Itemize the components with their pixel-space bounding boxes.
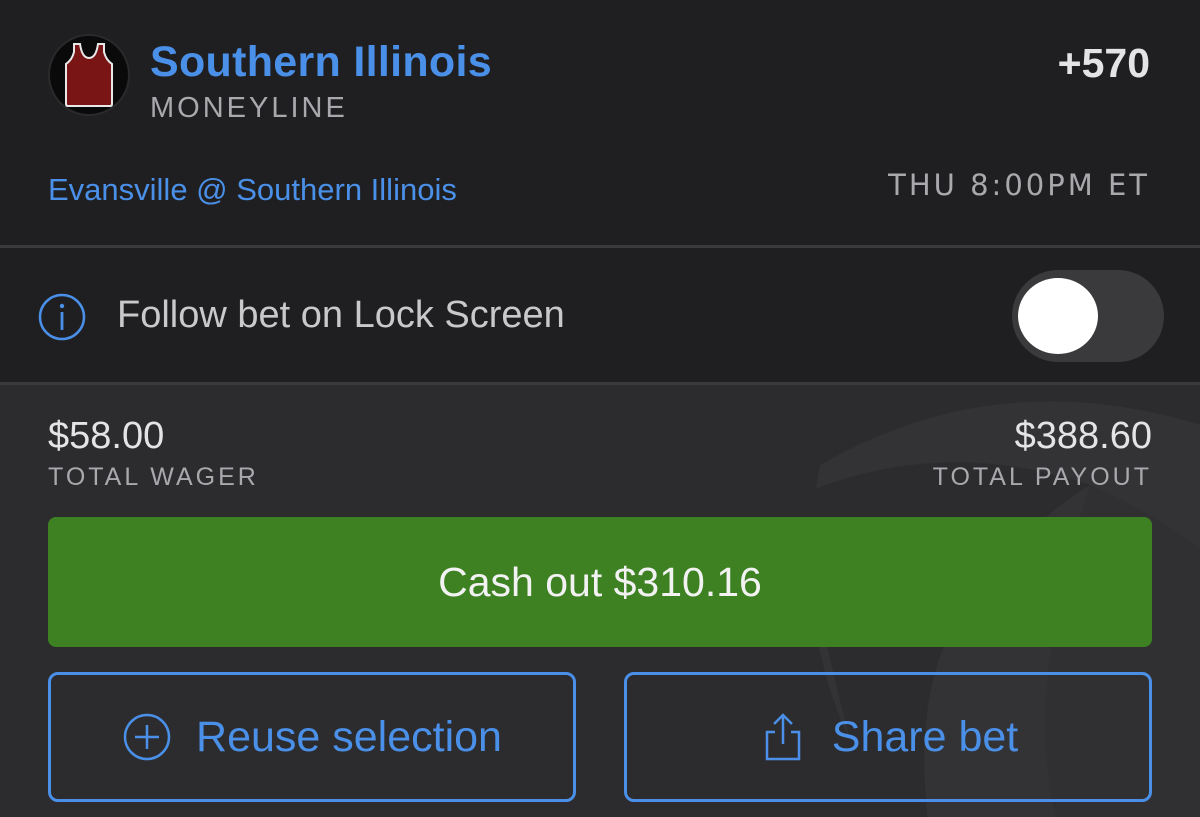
bet-card: Southern Illinois MONEYLINE +570 Evansvi… bbox=[0, 0, 1200, 817]
total-wager-label: TOTAL WAGER bbox=[48, 463, 259, 491]
odds: +570 bbox=[1057, 40, 1150, 86]
total-payout-amount: $388.60 bbox=[1014, 415, 1152, 457]
matchup-link[interactable]: Evansville @ Southern Illinois bbox=[48, 172, 457, 208]
plus-circle-icon bbox=[123, 713, 171, 761]
follow-bet-row: Follow bet on Lock Screen bbox=[0, 248, 1200, 382]
bet-header: Southern Illinois MONEYLINE +570 Evansvi… bbox=[0, 0, 1200, 245]
reuse-selection-label: Reuse selection bbox=[196, 712, 502, 761]
share-icon bbox=[765, 713, 801, 761]
total-wager-amount: $58.00 bbox=[48, 415, 165, 457]
share-bet-label: Share bet bbox=[831, 712, 1019, 761]
lock-screen-toggle[interactable] bbox=[1012, 270, 1164, 362]
bet-type: MONEYLINE bbox=[150, 92, 348, 124]
team-name[interactable]: Southern Illinois bbox=[150, 38, 492, 87]
toggle-knob bbox=[1018, 278, 1098, 354]
info-icon[interactable] bbox=[38, 293, 86, 341]
team-logo bbox=[48, 34, 130, 116]
game-time: THU 8:00PM ET bbox=[888, 168, 1150, 202]
basketball-jersey-icon bbox=[65, 43, 113, 107]
reuse-selection-button[interactable]: Reuse selection bbox=[48, 672, 576, 802]
bet-summary-panel: $58.00 TOTAL WAGER $388.60 TOTAL PAYOUT … bbox=[0, 385, 1200, 817]
total-payout-label: TOTAL PAYOUT bbox=[932, 463, 1152, 491]
follow-bet-label: Follow bet on Lock Screen bbox=[117, 294, 565, 336]
cash-out-button[interactable]: Cash out $310.16 bbox=[48, 517, 1152, 647]
share-bet-button[interactable]: Share bet bbox=[624, 672, 1152, 802]
